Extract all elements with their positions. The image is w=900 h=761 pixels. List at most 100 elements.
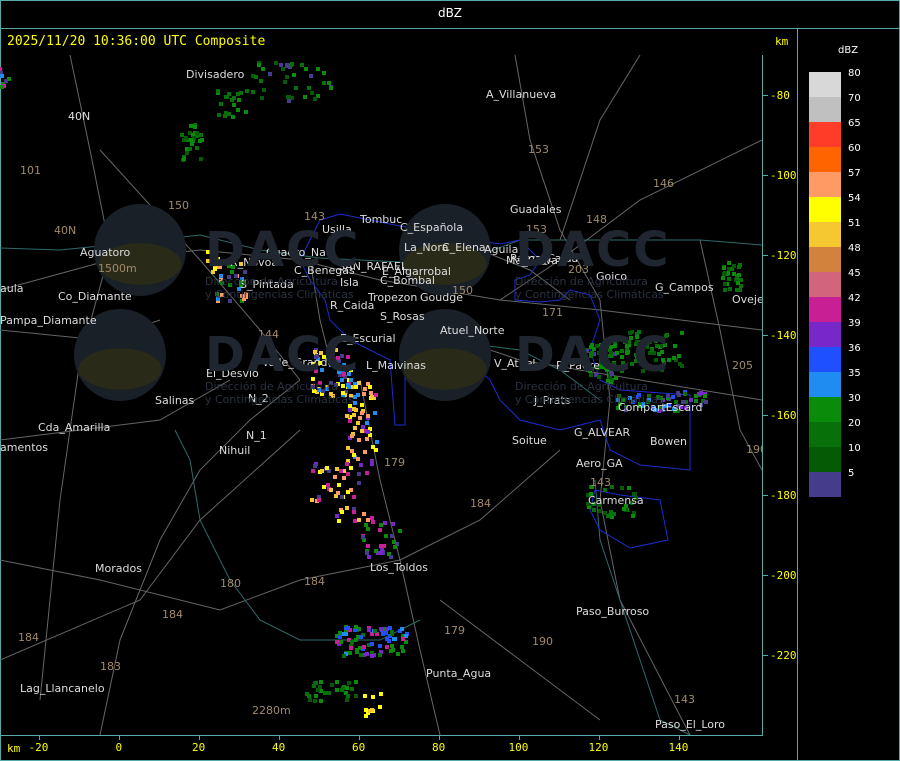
x-tick <box>39 735 40 740</box>
radar-echo <box>737 273 741 277</box>
radar-echo <box>389 555 393 559</box>
route-label: 183 <box>100 660 121 673</box>
radar-echo <box>704 400 708 404</box>
legend-value: 20 <box>848 418 861 429</box>
radar-echo <box>322 71 326 75</box>
radar-echo <box>598 509 602 513</box>
radar-echo <box>366 414 370 418</box>
radar-echo <box>367 628 371 632</box>
radar-echo <box>620 486 624 490</box>
y-tick-label: -120 <box>770 249 797 262</box>
radar-echo <box>384 534 388 538</box>
legend-value: 42 <box>848 293 861 304</box>
radar-echo <box>322 485 326 489</box>
radar-echo <box>353 426 357 430</box>
route-label: 171 <box>542 306 563 319</box>
radar-echo <box>360 429 364 433</box>
radar-echo <box>738 263 742 267</box>
legend-value: 70 <box>848 93 861 104</box>
radar-echo <box>365 421 369 425</box>
radar-echo <box>337 483 341 487</box>
radar-echo <box>4 79 8 83</box>
radar-echo <box>198 139 202 143</box>
radar-echo <box>363 450 367 454</box>
radar-echo <box>326 483 330 487</box>
radar-echo <box>313 699 317 703</box>
radar-echo <box>335 688 339 692</box>
radar-echo <box>371 520 375 524</box>
radar-echo <box>345 462 349 466</box>
radar-echo <box>335 640 339 644</box>
route-label: 190 <box>746 443 762 456</box>
radar-echo <box>347 681 351 685</box>
radar-echo <box>261 67 265 71</box>
radar-echo <box>676 391 680 395</box>
watermark-brand: DACC <box>205 327 361 383</box>
watermark-subtitle: y Contingencias Climáticas <box>205 393 354 406</box>
radar-echo <box>339 469 343 473</box>
radar-echo <box>360 403 364 407</box>
radar-echo <box>303 95 307 99</box>
radar-echo <box>370 462 374 466</box>
radar-echo <box>195 146 199 150</box>
radar-echo <box>362 512 366 516</box>
route-label: 205 <box>732 359 753 372</box>
radar-echo <box>366 518 370 522</box>
watermark-logo-swoosh <box>78 348 162 390</box>
radar-echo <box>336 491 340 495</box>
y-tick-label: -180 <box>770 489 797 502</box>
legend-value: 57 <box>848 168 861 179</box>
radar-echo <box>396 652 400 656</box>
radar-map[interactable]: Divisadero A_Villanueva 40N Guadales C_Españ… <box>0 55 763 736</box>
radar-echo <box>723 271 727 275</box>
radar-echo <box>286 95 290 99</box>
place-label: Nihuil <box>219 444 251 457</box>
radar-echo <box>345 414 349 418</box>
radar-echo <box>370 654 374 658</box>
radar-echo <box>289 63 293 67</box>
radar-echo <box>340 510 344 514</box>
legend-swatch <box>809 222 841 247</box>
radar-echo <box>292 73 296 77</box>
radar-echo <box>356 393 360 397</box>
watermark-subtitle: Dirección de Agricultura <box>515 380 648 393</box>
y-tick <box>762 335 768 336</box>
radar-echo <box>305 692 309 696</box>
route-label: 184 <box>18 631 39 644</box>
place-label: Aero_GA <box>576 457 623 470</box>
radar-echo <box>285 75 289 79</box>
y-tick-label: -200 <box>770 569 797 582</box>
legend-value: 45 <box>848 268 861 279</box>
road-line <box>99 379 301 735</box>
radar-echo <box>360 411 364 415</box>
legend-value: 65 <box>848 118 861 129</box>
legend-value: 39 <box>848 318 861 329</box>
place-label: N_1 <box>246 429 267 442</box>
radar-echo <box>268 72 272 76</box>
legend-swatch <box>809 422 841 447</box>
y-tick <box>762 255 768 256</box>
radar-echo <box>342 654 346 658</box>
legend-value: 54 <box>848 193 861 204</box>
radar-echo <box>391 648 395 652</box>
radar-echo <box>358 416 362 420</box>
radar-echo <box>370 395 374 399</box>
radar-echo <box>300 63 304 67</box>
radar-echo <box>285 63 289 67</box>
title-bar: dBZ <box>0 0 900 29</box>
radar-echo <box>345 506 349 510</box>
place-label: Co_Diamante <box>58 290 132 303</box>
place-label: Guadales <box>510 203 562 216</box>
radar-echo <box>354 625 358 629</box>
radar-echo <box>401 649 405 653</box>
radar-echo <box>392 637 396 641</box>
radar-echo <box>361 535 365 539</box>
radar-echo <box>320 469 324 473</box>
radar-echo <box>366 430 370 434</box>
radar-echo <box>379 551 383 555</box>
place-label: C_Española <box>400 221 464 234</box>
legend-row: 5 <box>809 468 889 497</box>
radar-echo <box>678 362 682 366</box>
radar-echo <box>257 63 261 67</box>
radar-echo <box>400 645 404 649</box>
